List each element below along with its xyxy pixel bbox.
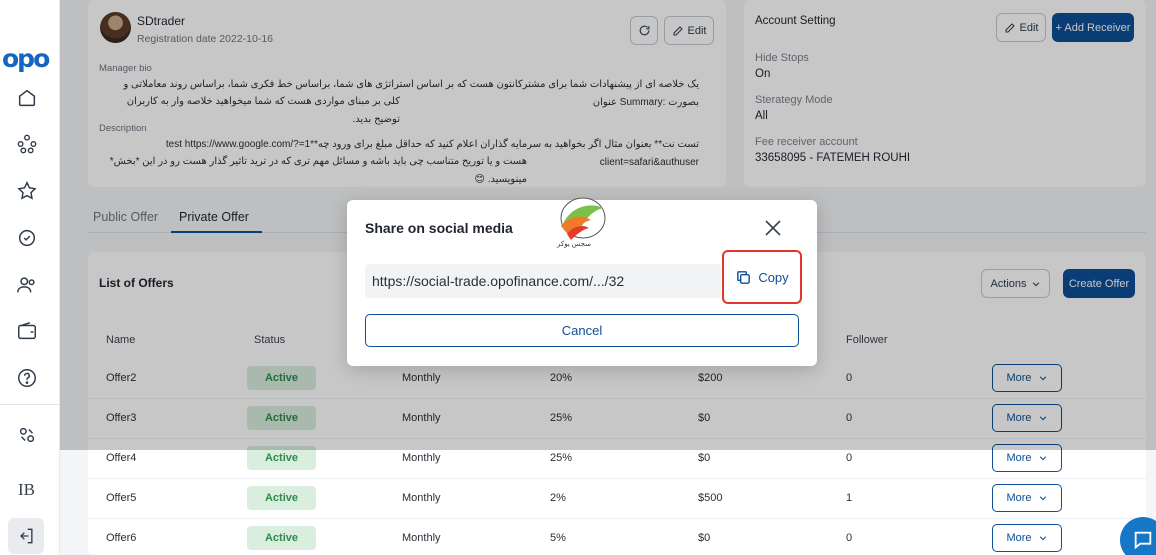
offer-name: Offer5 (106, 492, 137, 504)
watermark-text: سجس یوکر (557, 241, 592, 248)
close-icon[interactable] (763, 218, 783, 238)
offer-percent: 5% (550, 532, 566, 544)
offer-follower: 0 (846, 452, 853, 464)
settings-badge-icon[interactable] (14, 225, 40, 251)
status-badge: Active (247, 526, 316, 550)
cancel-button[interactable]: Cancel (365, 314, 799, 347)
offer-amount: $0 (698, 532, 711, 544)
share-modal: Share on social media سجس یوکر https://s… (347, 197, 817, 366)
more-label: More (1006, 532, 1032, 544)
offer-follower: 1 (846, 492, 853, 504)
chevron-down-icon (1039, 536, 1046, 541)
copy-icon (737, 270, 751, 284)
row-divider (88, 478, 1146, 479)
chat-icon (1134, 531, 1152, 550)
offer-percent: 2% (550, 492, 566, 504)
offer-name: Offer4 (106, 452, 137, 464)
sidebar-divider (0, 404, 60, 405)
chevron-down-icon (1039, 496, 1046, 501)
star-icon[interactable] (14, 178, 40, 204)
users-icon[interactable] (14, 272, 40, 298)
row-divider (88, 518, 1146, 519)
brand-logo: opo (2, 44, 50, 73)
offer-period: Monthly (402, 492, 441, 504)
offer-follower: 0 (846, 532, 853, 544)
offer-amount: $0 (698, 452, 711, 464)
logout-icon[interactable] (8, 518, 44, 554)
more-label: More (1006, 452, 1032, 464)
help-icon[interactable] (14, 365, 40, 391)
offer-amount: $500 (698, 492, 723, 504)
offer-period: Monthly (402, 532, 441, 544)
copy-label: Copy (758, 269, 789, 285)
home-icon[interactable] (14, 85, 40, 111)
more-label: More (1006, 492, 1032, 504)
more-button[interactable]: More (992, 484, 1062, 512)
offer-name: Offer6 (106, 532, 137, 544)
network-icon[interactable] (14, 131, 40, 157)
offer-percent: 25% (550, 452, 573, 464)
more-button[interactable]: More (992, 524, 1062, 552)
offer-period: Monthly (402, 452, 441, 464)
sidebar: opo IB (0, 0, 60, 555)
community-icon[interactable] (14, 422, 40, 448)
wallet-icon[interactable] (14, 318, 40, 344)
copy-button[interactable]: Copy (722, 250, 802, 304)
chevron-down-icon (1039, 456, 1046, 461)
share-url-field[interactable]: https://social-trade.opofinance.com/.../… (365, 264, 721, 298)
modal-title: Share on social media (365, 220, 513, 236)
status-badge: Active (247, 486, 316, 510)
ib-nav-item[interactable]: IB (18, 480, 35, 500)
